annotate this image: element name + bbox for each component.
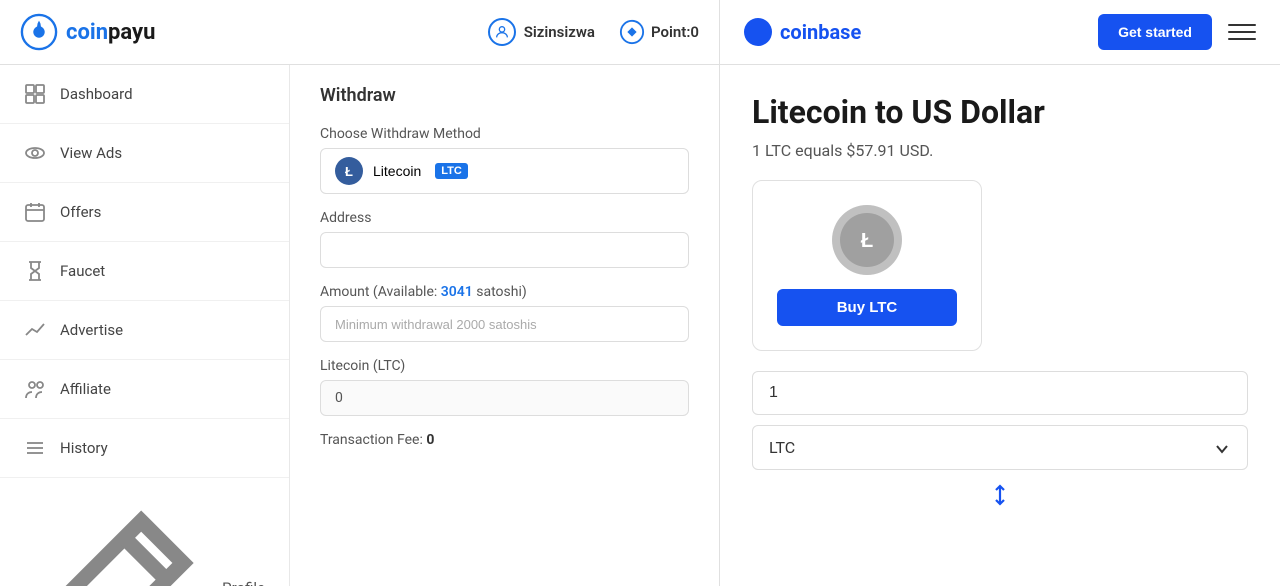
eye-icon [24, 142, 46, 164]
choose-method-label: Choose Withdraw Method [320, 126, 689, 142]
method-name: Litecoin [373, 163, 421, 179]
chart-icon [24, 319, 46, 341]
swap-icon[interactable] [752, 484, 1248, 506]
coinpayu-body: Dashboard View Ads Offers Faucet [0, 65, 719, 586]
coinbase-body: Litecoin to US Dollar 1 LTC equals $57.9… [720, 65, 1280, 586]
header-points-section: Point:0 [619, 19, 699, 45]
ltc-card: Ł Buy LTC [752, 180, 982, 351]
method-select-button[interactable]: Ł Litecoin LTC [320, 148, 689, 194]
sidebar-item-offers[interactable]: Offers [0, 183, 289, 242]
currency-select[interactable]: LTC [752, 425, 1248, 470]
people-icon [24, 378, 46, 400]
hourglass-icon [24, 260, 46, 282]
coinbase-logo: coinbase [744, 18, 861, 46]
sidebar-item-history[interactable]: History [0, 419, 289, 478]
grid-icon [24, 83, 46, 105]
sidebar-affiliate-label: Affiliate [60, 380, 111, 398]
ltc-logo-inner: Ł [840, 213, 894, 267]
address-input[interactable] [320, 232, 689, 268]
cb-subtext: 1 LTC equals $57.91 USD. [752, 141, 1248, 160]
amount-input[interactable] [320, 306, 689, 342]
sidebar-faucet-label: Faucet [60, 262, 105, 280]
txn-fee-row: Transaction Fee: 0 [320, 432, 689, 448]
edit-icon [24, 496, 208, 586]
litecoin-label: Litecoin (LTC) [320, 358, 689, 374]
sidebar-item-dashboard[interactable]: Dashboard [0, 65, 289, 124]
amount-label: Amount (Available: 3041 satoshi) [320, 284, 689, 300]
sidebar-profile-label: Profile [222, 579, 265, 586]
sidebar-viewads-label: View Ads [60, 144, 122, 162]
sidebar-advertise-label: Advertise [60, 321, 123, 339]
sidebar-item-advertise[interactable]: Advertise [0, 301, 289, 360]
coinbase-logo-text: coinbase [780, 20, 861, 44]
coinbase-header: coinbase Get started [720, 0, 1280, 65]
header-username: Sizinsizwa [524, 23, 595, 41]
header-user-section: Sizinsizwa [488, 18, 595, 46]
amount-group: Amount (Available: 3041 satoshi) [320, 284, 689, 342]
user-icon [488, 18, 516, 46]
points-icon [619, 19, 645, 45]
svg-text:Ł: Ł [861, 230, 873, 252]
sidebar-item-view-ads[interactable]: View Ads [0, 124, 289, 183]
hamburger-menu-icon[interactable] [1228, 18, 1256, 46]
currency-label: LTC [769, 438, 795, 457]
litecoin-group: Litecoin (LTC) 0 [320, 358, 689, 416]
ltc-logo-circle: Ł [832, 205, 902, 275]
coinpayu-logo-icon [20, 13, 58, 51]
coinpayu-logo-text: coinpayu [66, 20, 155, 45]
calendar-icon [24, 201, 46, 223]
sidebar-history-label: History [60, 439, 108, 457]
converter-section: LTC [752, 371, 1248, 506]
sidebar-item-profile[interactable]: Profile [0, 478, 289, 586]
address-label: Address [320, 210, 689, 226]
coinpayu-logo: coinpayu [20, 13, 155, 51]
get-started-button[interactable]: Get started [1098, 14, 1212, 50]
list-icon [24, 437, 46, 459]
buy-ltc-button[interactable]: Buy LTC [777, 289, 957, 326]
choose-method-group: Choose Withdraw Method Ł Litecoin LTC [320, 126, 689, 194]
cb-heading: Litecoin to US Dollar [752, 93, 1248, 131]
ltc-method-icon: Ł [335, 157, 363, 185]
converter-input[interactable] [752, 371, 1248, 415]
sidebar-item-affiliate[interactable]: Affiliate [0, 360, 289, 419]
coinbase-logo-icon [744, 18, 772, 46]
sidebar-offers-label: Offers [60, 203, 101, 221]
ltc-badge: LTC [435, 163, 468, 179]
chevron-down-icon [1213, 439, 1231, 457]
header-points-text: Point:0 [651, 23, 699, 41]
address-group: Address [320, 210, 689, 268]
available-amount: 3041 [441, 284, 473, 300]
litecoin-value: 0 [320, 380, 689, 416]
sidebar: Dashboard View Ads Offers Faucet [0, 65, 290, 586]
sidebar-item-faucet[interactable]: Faucet [0, 242, 289, 301]
withdraw-title: Withdraw [320, 85, 689, 106]
coinpayu-header: coinpayu Sizinsizwa Point:0 [0, 0, 719, 65]
sidebar-dashboard-label: Dashboard [60, 85, 133, 103]
txn-fee-value: 0 [426, 432, 434, 448]
coinbase-panel: coinbase Get started Litecoin to US Doll… [720, 0, 1280, 586]
withdraw-main: Withdraw Choose Withdraw Method Ł Liteco… [290, 65, 719, 586]
coinpayu-panel: coinpayu Sizinsizwa Point:0 [0, 0, 720, 586]
